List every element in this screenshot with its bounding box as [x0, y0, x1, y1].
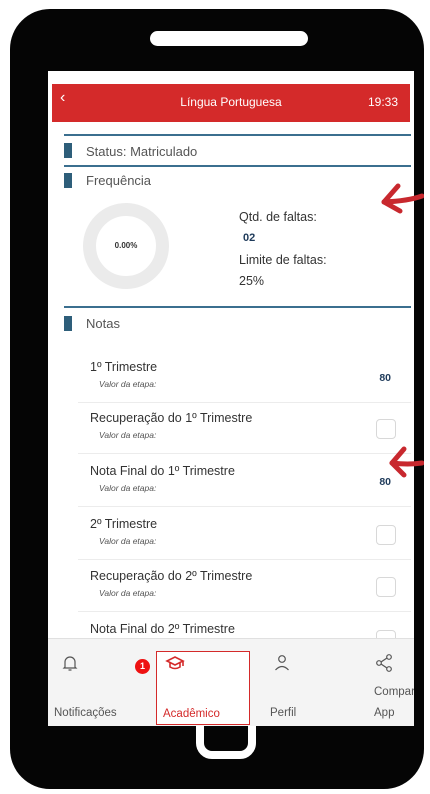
- grade-row-title: 1º Trimestre: [90, 360, 158, 374]
- frequencia-label: Frequência: [86, 173, 152, 188]
- status-section: Status: Matriculado: [64, 134, 411, 167]
- page-title: Língua Portuguesa: [180, 95, 282, 109]
- share-icon: [376, 654, 392, 672]
- annotation-arrow-icon: [389, 446, 424, 478]
- grade-row-subtitle: Valor da etapa:: [99, 536, 157, 546]
- frequencia-section: Frequência: [64, 173, 411, 193]
- nav-perfil[interactable]: Perfil: [264, 651, 358, 725]
- notification-badge: 1: [135, 659, 150, 674]
- grade-row[interactable]: Recuperação do 1º Trimestre Valor da eta…: [78, 403, 411, 454]
- grade-row[interactable]: 2º Trimestre Valor da etapa:: [78, 509, 411, 560]
- faltas-value: 02: [243, 232, 256, 244]
- clock-time: 19:33: [367, 95, 398, 109]
- grade-value: 80: [379, 372, 391, 384]
- nav-label: Notificações: [54, 707, 117, 719]
- bell-icon: [62, 656, 78, 671]
- annotation-arrow-icon: [381, 183, 424, 214]
- grade-row-subtitle: Valor da etapa:: [99, 588, 157, 598]
- grade-row-subtitle: Valor da etapa:: [99, 483, 157, 493]
- notas-section: Notas: [64, 306, 411, 336]
- grade-row-title: Recuperação do 2º Trimestre: [90, 569, 253, 583]
- status-label: Status: Matriculado: [86, 144, 198, 159]
- grade-row-title: Nota Final do 2º Trimestre: [90, 622, 235, 636]
- nav-label: Perfil: [270, 707, 297, 719]
- frequency-percent: 0.00%: [114, 241, 138, 250]
- grade-row[interactable]: 1º Trimestre Valor da etapa: 80: [78, 352, 411, 403]
- grade-row[interactable]: Nota Final do 1º Trimestre Valor da etap…: [78, 456, 411, 507]
- frequency-donut-chart: 0.00%: [83, 203, 169, 289]
- app-header: ‹ Língua Portuguesa 19:33: [52, 84, 410, 122]
- grade-empty-box: [376, 419, 396, 439]
- nav-label-line2: App: [374, 707, 395, 719]
- bottom-navigation: 1 Notificações Acadêmico Perfil Compar A…: [48, 638, 414, 726]
- faltas-label: Qtd. de faltas:: [239, 210, 317, 224]
- nav-compartilhar[interactable]: Compartill App: [370, 651, 414, 725]
- user-icon: [275, 655, 289, 671]
- limite-value: 25%: [239, 274, 265, 288]
- grade-row-title: 2º Trimestre: [90, 517, 158, 531]
- nav-academico[interactable]: Acadêmico: [156, 651, 250, 725]
- nav-label-line1: Compartill: [374, 686, 414, 698]
- grade-row-title: Recuperação do 1º Trimestre: [90, 411, 253, 425]
- phone-speaker: [150, 31, 308, 46]
- grade-row-title: Nota Final do 1º Trimestre: [90, 464, 235, 478]
- app-screen: ‹ Língua Portuguesa 19:33 Status: Matric…: [48, 71, 414, 726]
- grade-row[interactable]: Recuperação do 2º Trimestre Valor da eta…: [78, 561, 411, 612]
- phone-frame: ‹ Língua Portuguesa 19:33 Status: Matric…: [10, 9, 424, 789]
- graduation-cap-icon: [165, 656, 185, 670]
- notas-label: Notas: [86, 316, 120, 331]
- nav-notificacoes[interactable]: 1 Notificações: [52, 651, 150, 725]
- grade-row-subtitle: Valor da etapa:: [99, 430, 157, 440]
- grade-row-subtitle: Valor da etapa:: [99, 379, 157, 389]
- grade-empty-box: [376, 525, 396, 545]
- nav-label: Acadêmico: [163, 708, 220, 720]
- limite-label: Limite de faltas:: [239, 253, 327, 267]
- grade-empty-box: [376, 577, 396, 597]
